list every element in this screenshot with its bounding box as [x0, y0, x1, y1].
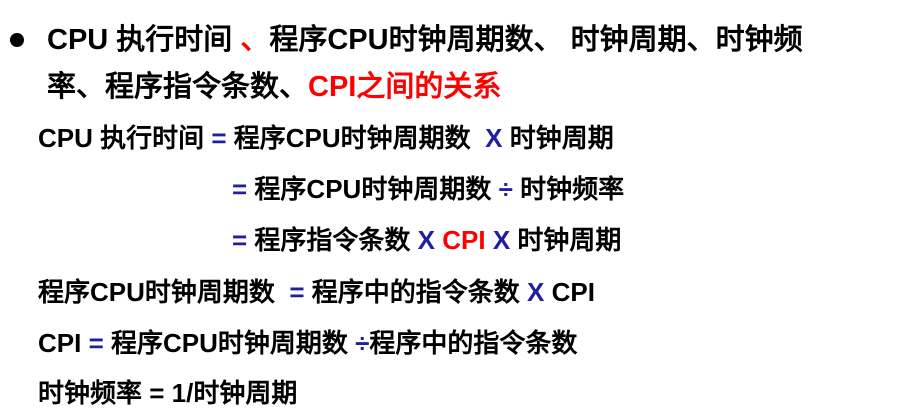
formula-term: 程序CPU时钟周期数 — [111, 328, 348, 358]
formula-term: CPI — [551, 277, 595, 307]
formula-cpu-time-1: CPU 执行时间 = 程序CPU时钟周期数 X 时钟周期 — [38, 125, 614, 151]
equals-sign: = — [211, 123, 227, 153]
formula-term: 程序CPU时钟周期数 — [233, 123, 471, 153]
heading-line-1: CPU 执行时间 、程序CPU时钟周期数、 时钟周期、时钟频 — [47, 26, 803, 55]
equals-sign: = — [232, 225, 248, 255]
formula-lhs: 时钟频率 — [38, 378, 143, 408]
heading-highlight: CPI之间的关系 — [308, 71, 502, 103]
multiply-operator: X — [527, 277, 545, 307]
formula-term: 1/时钟周期 — [171, 378, 298, 408]
equals-sign: = — [88, 328, 104, 358]
equals-sign: = — [289, 277, 305, 307]
formula-lhs: 程序CPU时钟周期数 — [38, 277, 275, 307]
formula-cpi: CPI = 程序CPU时钟周期数 ÷程序中的指令条数 — [38, 330, 577, 356]
heading-cpu-time: CPU 执行时间 — [47, 24, 233, 56]
formula-term: 程序中的指令条数 — [311, 277, 520, 307]
heading-separator: 、 — [232, 24, 270, 56]
equals-sign: = — [149, 378, 165, 408]
multiply-operator: X — [485, 123, 503, 153]
formula-lhs: CPU 执行时间 — [38, 123, 205, 153]
equals-sign: = — [232, 174, 248, 204]
divide-operator: ÷ — [498, 174, 513, 204]
bullet-point-icon — [10, 33, 24, 47]
formula-term: 程序CPU时钟周期数 — [254, 174, 492, 204]
formula-term: 时钟周期 — [509, 123, 614, 153]
divide-operator: ÷ — [355, 328, 370, 358]
heading-terms: 程序CPU时钟周期数、 时钟周期、时钟频 — [269, 24, 803, 56]
formula-cpu-time-3: = 程序指令条数 X CPI X 时钟周期 — [232, 227, 621, 253]
multiply-operator: X — [417, 225, 436, 255]
heading-line-2: 率、程序指令条数、CPI之间的关系 — [47, 73, 501, 102]
formula-cpu-time-2: = 程序CPU时钟周期数 ÷ 时钟频率 — [232, 176, 624, 202]
formula-term: 时钟周期 — [517, 225, 622, 255]
formula-term: 程序指令条数 — [254, 225, 411, 255]
heading-terms-cont: 率、程序指令条数、 — [47, 71, 309, 103]
formula-term: 程序中的指令条数 — [369, 328, 578, 358]
formula-cycle-count: 程序CPU时钟周期数 = 程序中的指令条数 X CPI — [38, 279, 595, 305]
multiply-operator: X — [492, 225, 511, 255]
formula-clock-rate: 时钟频率 = 1/时钟周期 — [38, 380, 297, 406]
formula-term-cpi: CPI — [442, 225, 486, 255]
formula-term: 时钟频率 — [520, 174, 625, 204]
formula-lhs: CPI — [38, 328, 82, 358]
